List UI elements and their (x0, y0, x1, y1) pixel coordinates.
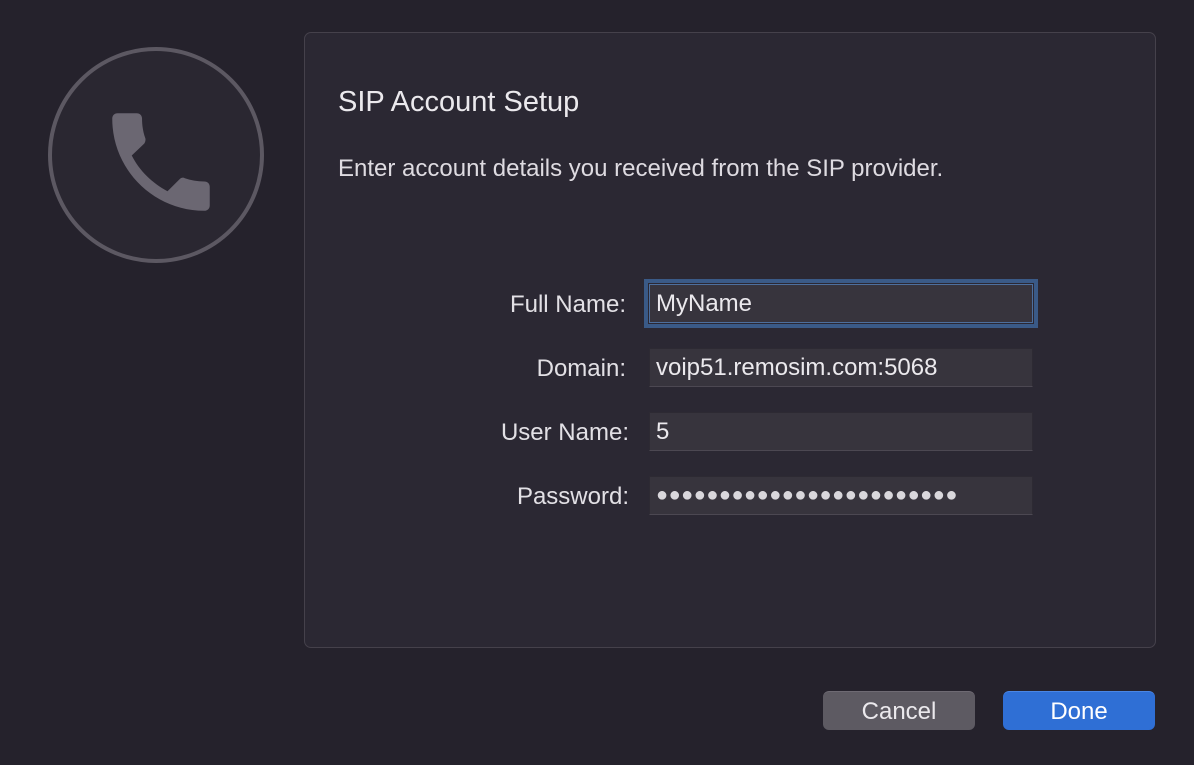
cancel-button[interactable]: Cancel (823, 691, 975, 730)
dialog-title: SIP Account Setup (338, 86, 580, 118)
settings-panel (304, 32, 1156, 648)
password-label: Password: (516, 483, 629, 510)
dialog-subtitle: Enter account details you received from … (338, 155, 944, 182)
domain-input[interactable]: voip51.remosim.com:5068 (649, 348, 1033, 387)
phone-icon (48, 47, 264, 263)
full-name-input[interactable]: MyName (644, 279, 1038, 328)
phone-glyph (112, 113, 210, 211)
user-name-input[interactable]: 5 (649, 412, 1033, 451)
user-name-label: User Name: (500, 419, 629, 446)
full-name-label: Full Name: (509, 291, 626, 318)
password-input[interactable]: ●●●●●●●●●●●●●●●●●●●●●●●● (649, 476, 1033, 515)
domain-label: Domain: (536, 355, 626, 382)
done-button[interactable]: Done (1003, 691, 1155, 730)
sip-account-setup-window: SIP Account Setup Enter account details … (0, 0, 1194, 765)
